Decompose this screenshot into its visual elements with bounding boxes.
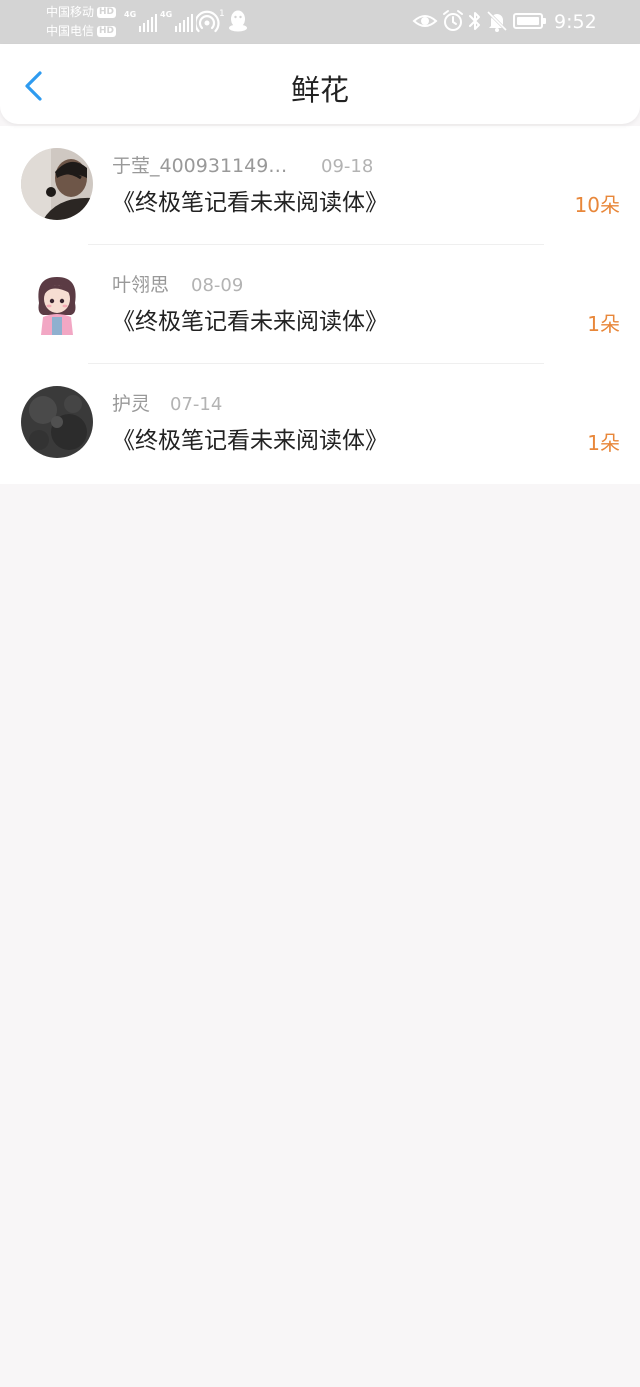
send-date: 09-18 (321, 156, 374, 177)
bluetooth-icon (466, 8, 484, 34)
send-date: 07-14 (170, 394, 223, 415)
book-title: 《终极笔记看未来阅读体》 (112, 190, 388, 216)
hd-badge: HD (97, 25, 117, 37)
list-item[interactable]: 叶翎思 08-09 《终极笔记看未来阅读体》 1朵 (0, 245, 640, 364)
list-item[interactable]: 护灵 07-14 《终极笔记看未来阅读体》 1朵 (0, 364, 640, 483)
sender-name: 于莹_400931149… (112, 155, 288, 177)
flower-count: 1朵 (587, 312, 620, 336)
send-date: 08-09 (191, 275, 244, 296)
battery-icon (513, 13, 546, 29)
avatar[interactable] (21, 267, 93, 339)
page-title: 鲜花 (290, 73, 349, 107)
list-item[interactable]: 于莹_400931149… 09-18 《终极笔记看未来阅读体》 10朵 (0, 126, 640, 245)
carrier-1-label: 中国移动 (46, 5, 95, 19)
signal-strength-icon: 4G (124, 10, 158, 32)
carrier-1: 中国移动 HD (46, 5, 117, 19)
eye-icon (412, 8, 438, 34)
status-bar: 中国移动 HD 中国电信 HD 4G 4G 1 9:52 (0, 0, 640, 44)
network-type-1: 4G (124, 10, 137, 19)
signal-strength-icon: 4G (160, 10, 194, 32)
avatar[interactable] (21, 148, 93, 220)
network-type-2: 4G (160, 10, 173, 19)
book-title: 《终极笔记看未来阅读体》 (112, 428, 388, 454)
mute-notification-icon (485, 8, 509, 34)
flower-count: 10朵 (574, 193, 620, 217)
header: 鲜花 (0, 44, 640, 124)
sender-name: 护灵 (112, 393, 151, 415)
hotspot-count: 1 (219, 9, 225, 19)
book-title: 《终极笔记看未来阅读体》 (112, 309, 388, 335)
hd-badge: HD (97, 6, 117, 18)
avatar[interactable] (21, 386, 93, 458)
qq-icon (227, 8, 249, 34)
flower-list: 于莹_400931149… 09-18 《终极笔记看未来阅读体》 10朵 叶翎思… (0, 126, 640, 484)
alarm-icon (441, 8, 465, 34)
clock: 9:52 (554, 11, 597, 33)
carrier-2-label: 中国电信 (46, 24, 95, 38)
flower-count: 1朵 (587, 431, 620, 455)
carrier-2: 中国电信 HD (46, 24, 117, 38)
sender-name: 叶翎思 (112, 274, 170, 296)
